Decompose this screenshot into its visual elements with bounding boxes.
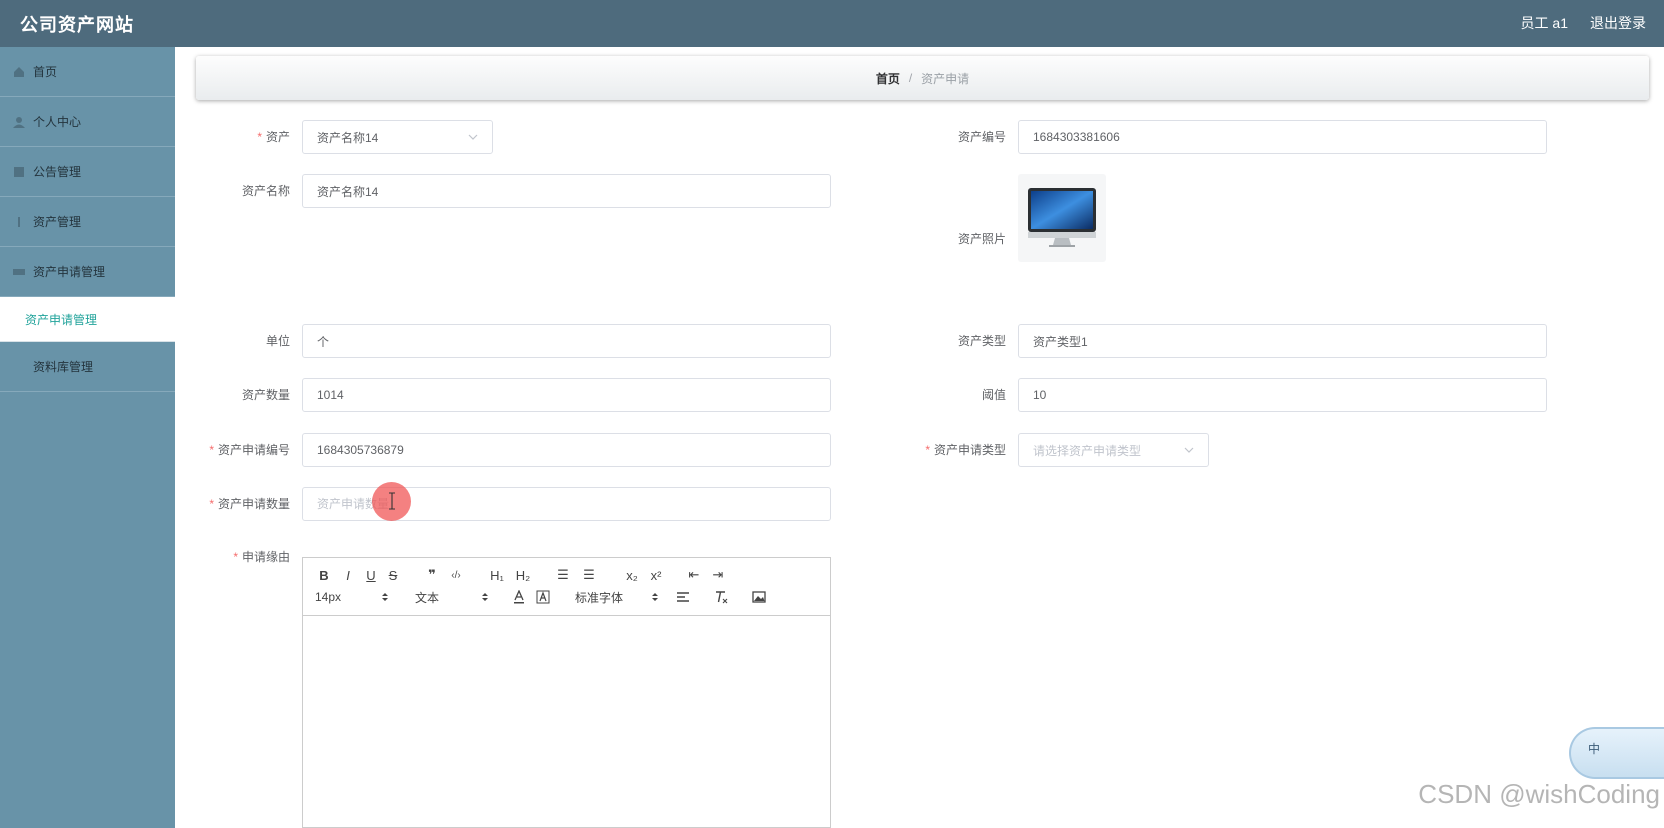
bold-button[interactable]: B: [315, 565, 333, 585]
updown-icon: [481, 592, 489, 602]
image-icon[interactable]: [749, 587, 769, 607]
unit-label: 单位: [265, 334, 290, 348]
updown-icon: [381, 592, 389, 602]
breadcrumb-current: 资产申请: [921, 71, 970, 86]
background-color-icon[interactable]: [533, 587, 553, 607]
h1-button[interactable]: H₁: [485, 565, 509, 585]
bullet-list-button[interactable]: ☰: [579, 565, 599, 585]
italic-button[interactable]: I: [337, 565, 359, 585]
watermark: CSDN @wishCoding: [1418, 779, 1660, 809]
ordered-list-button[interactable]: ☰: [553, 565, 573, 585]
sidebar-item-label: 个人中心: [33, 115, 82, 129]
h2-button[interactable]: H₂: [511, 565, 535, 585]
font-family-select[interactable]: 标准字体: [575, 589, 659, 606]
blockquote-button[interactable]: ❞: [421, 565, 443, 585]
threshold-input[interactable]: [1018, 378, 1547, 412]
updown-icon: [651, 592, 659, 602]
home-icon: [12, 65, 26, 79]
editor-toolbar: B I U S ❞ ‹/› H₁ H₂ ☰ ☰ x₂ x² ⇤ ⇥ 14px 文…: [303, 558, 830, 616]
underline-button[interactable]: U: [361, 565, 381, 585]
text-cursor-icon: [389, 492, 395, 510]
sidebar-item-label: 资产申请管理: [33, 265, 106, 279]
font-size-value: 14px: [315, 590, 342, 604]
sidebar-item-label: 首页: [33, 65, 58, 79]
apply-qty-label: * 资产申请数量: [209, 497, 290, 511]
sidebar-item-label: 资产管理: [33, 215, 82, 229]
align-icon[interactable]: [673, 587, 693, 607]
breadcrumb-home[interactable]: 首页: [876, 70, 900, 87]
code-button[interactable]: ‹/›: [445, 565, 467, 585]
asset-photo-label: 资产照片: [957, 232, 1006, 246]
apply-type-select[interactable]: 请选择资产申请类型: [1018, 433, 1209, 467]
asset-type-input[interactable]: [1018, 324, 1547, 358]
header-select[interactable]: 文本: [415, 589, 489, 606]
apply-type-placeholder: 请选择资产申请类型: [1033, 443, 1142, 458]
apply-icon: [12, 265, 26, 279]
chevron-down-icon: [1184, 445, 1194, 455]
notice-icon: [12, 165, 26, 179]
asset-select[interactable]: 资产名称14: [302, 120, 493, 154]
user-icon: [12, 115, 26, 129]
library-icon: [12, 360, 26, 374]
asset-name-input[interactable]: [302, 174, 831, 208]
apply-type-label: * 资产申请类型: [925, 443, 1006, 457]
rich-text-editor: B I U S ❞ ‹/› H₁ H₂ ☰ ☰ x₂ x² ⇤ ⇥ 14px 文…: [302, 557, 831, 828]
sidebar-item-notice[interactable]: 公告管理: [0, 147, 175, 197]
editor-toolbar-row-2: 14px 文本 标准字体: [315, 586, 818, 608]
asset-label: * 资产: [257, 130, 290, 144]
site-title: 公司资产网站: [20, 15, 134, 35]
apply-code-input[interactable]: [302, 433, 831, 467]
user-name[interactable]: 员工 a1: [1521, 13, 1568, 33]
asset-code-label: 资产编号: [957, 130, 1006, 144]
font-size-select[interactable]: 14px: [315, 590, 389, 604]
ime-widget[interactable]: 中: [1569, 727, 1664, 779]
sidebar-item-asset[interactable]: 资产管理: [0, 197, 175, 247]
editor-toolbar-row-1: B I U S ❞ ‹/› H₁ H₂ ☰ ☰ x₂ x² ⇤ ⇥: [315, 564, 818, 586]
sidebar-item-home[interactable]: 首页: [0, 47, 175, 97]
asset-type-label: 资产类型: [957, 334, 1006, 348]
clear-format-icon[interactable]: [711, 587, 731, 607]
chevron-down-icon: [468, 132, 478, 142]
editor-content-area[interactable]: [303, 616, 830, 828]
user-area: 员工 a1 退出登录: [1521, 13, 1646, 33]
header-select-value: 文本: [415, 590, 440, 605]
imac-image: [1028, 188, 1096, 247]
reason-label: * 申请缘由: [233, 550, 290, 564]
sidebar-item-label: 资料库管理: [33, 360, 94, 374]
asset-qty-label: 资产数量: [241, 388, 290, 402]
sidebar-item-apply[interactable]: 资产申请管理: [0, 247, 175, 297]
sidebar: 首页 个人中心 公告管理 资产管理 资产申请管理 资产申请管理 资料库管理: [0, 47, 175, 828]
unit-input[interactable]: [302, 324, 831, 358]
sidebar-subitem-apply-manage[interactable]: 资产申请管理: [0, 297, 175, 342]
superscript-button[interactable]: x²: [645, 565, 667, 585]
sidebar-item-label: 公告管理: [33, 165, 82, 179]
outdent-button[interactable]: ⇤: [683, 565, 705, 585]
asset-icon: [12, 215, 26, 229]
asset-name-label: 资产名称: [241, 184, 290, 198]
breadcrumb-separator: /: [908, 71, 913, 85]
indent-button[interactable]: ⇥: [707, 565, 729, 585]
threshold-label: 阈值: [981, 388, 1006, 402]
apply-code-label: * 资产申请编号: [209, 443, 290, 457]
breadcrumb: 首页 / 资产申请: [196, 56, 1649, 100]
strike-button[interactable]: S: [383, 565, 403, 585]
asset-qty-input[interactable]: [302, 378, 831, 412]
logout-button[interactable]: 退出登录: [1590, 13, 1646, 33]
asset-select-value: 资产名称14: [317, 130, 379, 145]
ime-label: 中: [1588, 742, 1601, 756]
sidebar-item-profile[interactable]: 个人中心: [0, 97, 175, 147]
text-color-icon[interactable]: [509, 587, 529, 607]
sidebar-item-library[interactable]: 资料库管理: [0, 342, 175, 392]
font-family-value: 标准字体: [575, 590, 624, 605]
top-bar: 公司资产网站 员工 a1 退出登录: [0, 0, 1664, 47]
subscript-button[interactable]: x₂: [621, 565, 643, 585]
asset-photo[interactable]: [1018, 174, 1106, 262]
asset-code-input[interactable]: [1018, 120, 1547, 154]
